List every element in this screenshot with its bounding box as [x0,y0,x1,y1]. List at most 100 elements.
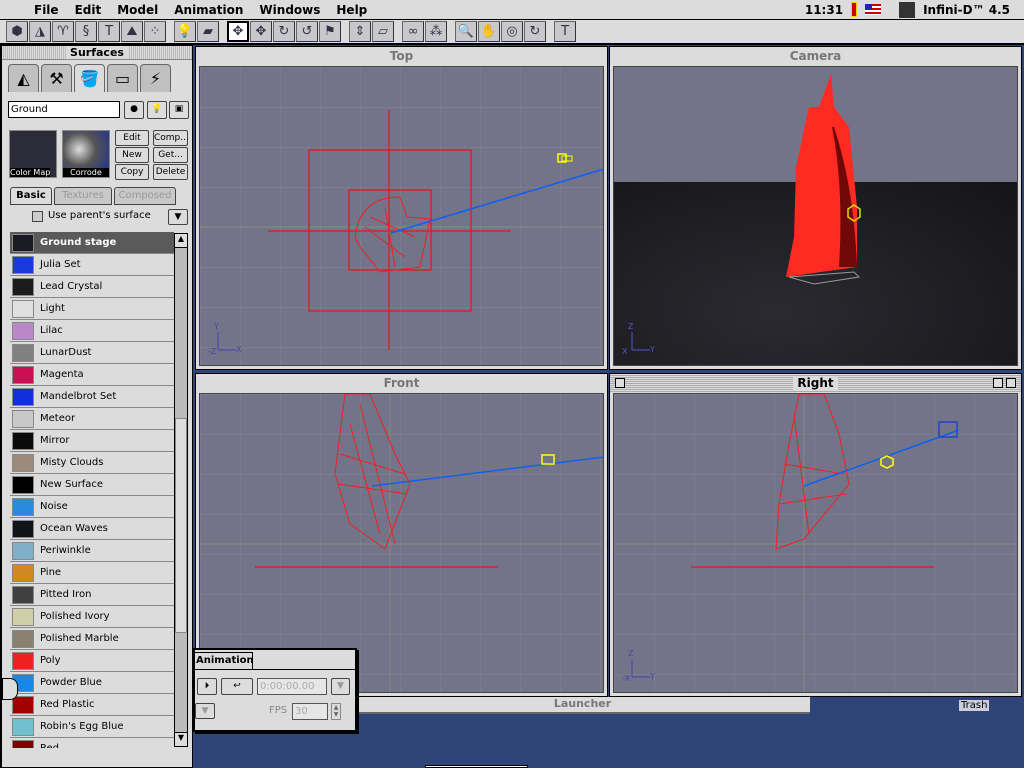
surface-list-item[interactable]: Pitted Iron [10,584,174,606]
viewport-title[interactable]: Front [196,374,607,393]
orbit-tool-button[interactable]: ◎ [501,21,523,42]
menu-model[interactable]: Model [109,3,166,17]
rotate-free-tool-button[interactable]: ↺ [296,21,318,42]
scale-tool-button[interactable]: ⇕ [349,21,371,42]
tab-surfaces[interactable]: 🪣 [74,64,105,92]
collapse-box-icon[interactable] [1006,378,1016,388]
new-button[interactable]: New [115,147,149,163]
rotate-view-tool-button[interactable]: ↻ [524,21,546,42]
object-preview-button[interactable]: ▣ [169,101,189,119]
cube-tool-button[interactable]: ⬢ [6,21,28,42]
move-planar-tool-button[interactable]: ✥ [250,21,272,42]
surface-list-item[interactable]: Periwinkle [10,540,174,562]
surface-list-item[interactable]: Polished Marble [10,628,174,650]
tab-animation[interactable]: Animation [195,652,254,669]
surface-list-item[interactable]: Pine [10,562,174,584]
menu-help[interactable]: Help [328,3,375,17]
surface-list-item[interactable]: Light [10,298,174,320]
surface-options-dropdown[interactable]: ▼ [168,209,188,225]
surface-list-item[interactable]: Magenta [10,364,174,386]
hand-tool-button[interactable]: ✋ [478,21,500,42]
right-view-canvas[interactable]: Z -X Y [613,393,1018,693]
time-dropdown[interactable]: ▼ [331,678,350,695]
battery-icon[interactable] [851,2,858,17]
color-map-preview[interactable]: Color Map [9,130,57,178]
box-scale-tool-button[interactable]: ▱ [372,21,394,42]
app-name[interactable]: Infini-D™ 4.5 [923,3,1010,17]
scroll-up-arrow-icon[interactable]: ▲ [175,234,187,248]
surface-name-input[interactable]: Ground [8,101,120,118]
tab-tools[interactable]: ⚒ [41,64,72,92]
copy-button[interactable]: Copy [115,164,149,180]
get-button[interactable]: Get... [153,147,188,163]
camera-render[interactable]: Z X Y [613,66,1018,366]
surface-list-item[interactable]: New Surface [10,474,174,496]
surface-list-item[interactable]: Robin's Egg Blue [10,716,174,738]
surface-list-item[interactable]: Mandelbrot Set [10,386,174,408]
scroll-thumb[interactable] [175,418,187,633]
surface-list-item[interactable]: Ocean Waves [10,518,174,540]
mode-dropdown[interactable]: ▼ [195,703,215,719]
surface-list-item[interactable]: Poly [10,650,174,672]
launcher-window[interactable]: Launcher [355,697,810,714]
tab-composed[interactable]: Composed [114,187,176,205]
move-tool-button[interactable]: ✥ [227,21,249,42]
menu-animation[interactable]: Animation [166,3,251,17]
viewport-title[interactable]: Top [196,47,607,66]
viewport-title-bar[interactable]: Right [610,374,1021,393]
free-link-tool-button[interactable]: ∞ [402,21,424,42]
corrode-preview[interactable]: Corrode [62,130,110,178]
surface-list-item[interactable]: Noise [10,496,174,518]
break-link-tool-button[interactable]: ⁂ [425,21,447,42]
surface-list-item[interactable]: Polished Ivory [10,606,174,628]
sweep-tool-button[interactable]: T [98,21,120,42]
clock[interactable]: 11:31 [805,3,843,17]
tab-textures[interactable]: Textures [54,187,112,205]
surface-list-item[interactable]: Powder Blue [10,672,174,694]
delete-button[interactable]: Delete [153,164,188,180]
play-forward-button[interactable]: ⏵ [197,678,217,695]
trash-label[interactable]: Trash [959,700,990,711]
tab-objects[interactable]: ◭ [8,64,39,92]
surface-list-item[interactable]: Red Plastic [10,694,174,716]
terrain-tool-button[interactable]: ⛰ [121,21,143,42]
menu-windows[interactable]: Windows [251,3,328,17]
edit-button[interactable]: Edit [115,130,149,146]
close-box-icon[interactable] [615,378,625,388]
cone-tool-button[interactable]: ◮ [29,21,51,42]
surface-list-item[interactable]: Meteor [10,408,174,430]
surface-list-item[interactable]: Red... [10,738,174,748]
loop-button[interactable]: ↩ [221,678,253,695]
sphere-preview-button[interactable]: ● [124,101,144,119]
surface-list-item[interactable]: LunarDust [10,342,174,364]
surface-list-item[interactable]: Misty Clouds [10,452,174,474]
surface-list-item[interactable]: Ground stage [10,232,174,254]
top-view-canvas[interactable]: Y -Z X [199,66,604,366]
menu-file[interactable]: File [26,3,67,17]
scroll-down-arrow-icon[interactable]: ▼ [175,732,187,746]
surface-list-scrollbar[interactable]: ▲ ▼ [174,233,188,747]
extrude-tool-button[interactable]: § [75,21,97,42]
surface-list-item[interactable]: Lilac [10,320,174,342]
app-menu-icon[interactable] [899,1,916,18]
fps-stepper[interactable]: ▲ ▼ [331,703,341,720]
zoom-box-icon[interactable] [993,378,1003,388]
flag-icon[interactable] [865,4,882,15]
text-tool-button[interactable]: T [554,21,576,42]
surface-list-item[interactable]: Julia Set [10,254,174,276]
rotate-tool-button[interactable]: ↻ [273,21,295,42]
viewport-title[interactable]: Camera [610,47,1021,66]
comp-button[interactable]: Comp... [153,130,189,146]
tab-render[interactable]: ▭ [107,64,138,92]
light-preview-button[interactable]: 💡 [147,101,167,119]
palette-title-bar[interactable]: Surfaces [2,46,192,60]
tab-basic[interactable]: Basic [10,187,52,205]
particles-tool-button[interactable]: ⁘ [144,21,166,42]
light-tool-button[interactable]: 💡 [174,21,196,42]
lathe-tool-button[interactable]: ♈ [52,21,74,42]
boxes-tool-button[interactable]: ▰ [197,21,219,42]
menu-edit[interactable]: Edit [67,3,110,17]
zoom-tool-button[interactable]: 🔍 [455,21,477,42]
fps-field[interactable]: 30 [292,703,328,720]
palette-drawer-handle[interactable] [2,678,18,700]
